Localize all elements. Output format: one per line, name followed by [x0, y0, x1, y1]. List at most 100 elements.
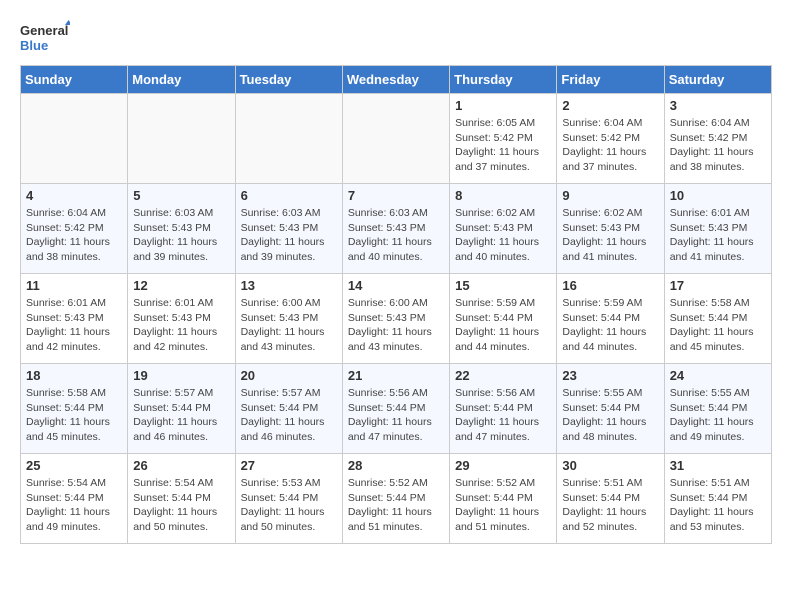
day-number: 14	[348, 278, 444, 293]
day-info: Sunrise: 6:04 AM Sunset: 5:42 PM Dayligh…	[562, 116, 658, 175]
calendar-cell: 12 Sunrise: 6:01 AM Sunset: 5:43 PM Dayl…	[128, 274, 235, 364]
calendar-cell: 11 Sunrise: 6:01 AM Sunset: 5:43 PM Dayl…	[21, 274, 128, 364]
calendar-cell: 1 Sunrise: 6:05 AM Sunset: 5:42 PM Dayli…	[450, 94, 557, 184]
day-number: 11	[26, 278, 122, 293]
calendar-cell	[21, 94, 128, 184]
day-info: Sunrise: 5:51 AM Sunset: 5:44 PM Dayligh…	[562, 476, 658, 535]
day-info: Sunrise: 5:59 AM Sunset: 5:44 PM Dayligh…	[455, 296, 551, 355]
day-info: Sunrise: 6:03 AM Sunset: 5:43 PM Dayligh…	[133, 206, 229, 265]
day-info: Sunrise: 5:56 AM Sunset: 5:44 PM Dayligh…	[455, 386, 551, 445]
day-number: 8	[455, 188, 551, 203]
calendar-cell: 23 Sunrise: 5:55 AM Sunset: 5:44 PM Dayl…	[557, 364, 664, 454]
day-info: Sunrise: 6:01 AM Sunset: 5:43 PM Dayligh…	[26, 296, 122, 355]
calendar-cell	[342, 94, 449, 184]
day-number: 12	[133, 278, 229, 293]
day-number: 23	[562, 368, 658, 383]
day-number: 26	[133, 458, 229, 473]
calendar-week-3: 11 Sunrise: 6:01 AM Sunset: 5:43 PM Dayl…	[21, 274, 772, 364]
day-info: Sunrise: 5:51 AM Sunset: 5:44 PM Dayligh…	[670, 476, 766, 535]
col-header-thursday: Thursday	[450, 66, 557, 94]
calendar-cell: 19 Sunrise: 5:57 AM Sunset: 5:44 PM Dayl…	[128, 364, 235, 454]
page-header: General Blue	[20, 20, 772, 55]
day-number: 17	[670, 278, 766, 293]
day-info: Sunrise: 6:00 AM Sunset: 5:43 PM Dayligh…	[348, 296, 444, 355]
calendar-cell: 2 Sunrise: 6:04 AM Sunset: 5:42 PM Dayli…	[557, 94, 664, 184]
calendar-cell: 26 Sunrise: 5:54 AM Sunset: 5:44 PM Dayl…	[128, 454, 235, 544]
day-info: Sunrise: 5:55 AM Sunset: 5:44 PM Dayligh…	[562, 386, 658, 445]
logo: General Blue	[20, 20, 70, 55]
day-info: Sunrise: 6:01 AM Sunset: 5:43 PM Dayligh…	[670, 206, 766, 265]
day-number: 2	[562, 98, 658, 113]
calendar-cell: 22 Sunrise: 5:56 AM Sunset: 5:44 PM Dayl…	[450, 364, 557, 454]
day-number: 31	[670, 458, 766, 473]
day-info: Sunrise: 5:54 AM Sunset: 5:44 PM Dayligh…	[133, 476, 229, 535]
calendar-week-5: 25 Sunrise: 5:54 AM Sunset: 5:44 PM Dayl…	[21, 454, 772, 544]
day-number: 19	[133, 368, 229, 383]
day-info: Sunrise: 6:03 AM Sunset: 5:43 PM Dayligh…	[241, 206, 337, 265]
day-info: Sunrise: 5:52 AM Sunset: 5:44 PM Dayligh…	[348, 476, 444, 535]
day-info: Sunrise: 6:03 AM Sunset: 5:43 PM Dayligh…	[348, 206, 444, 265]
calendar-cell: 18 Sunrise: 5:58 AM Sunset: 5:44 PM Dayl…	[21, 364, 128, 454]
day-info: Sunrise: 6:04 AM Sunset: 5:42 PM Dayligh…	[26, 206, 122, 265]
svg-text:Blue: Blue	[20, 38, 48, 53]
calendar-cell: 27 Sunrise: 5:53 AM Sunset: 5:44 PM Dayl…	[235, 454, 342, 544]
calendar-cell: 21 Sunrise: 5:56 AM Sunset: 5:44 PM Dayl…	[342, 364, 449, 454]
day-number: 27	[241, 458, 337, 473]
calendar-cell: 14 Sunrise: 6:00 AM Sunset: 5:43 PM Dayl…	[342, 274, 449, 364]
day-info: Sunrise: 6:00 AM Sunset: 5:43 PM Dayligh…	[241, 296, 337, 355]
day-number: 13	[241, 278, 337, 293]
day-number: 15	[455, 278, 551, 293]
day-info: Sunrise: 5:59 AM Sunset: 5:44 PM Dayligh…	[562, 296, 658, 355]
col-header-friday: Friday	[557, 66, 664, 94]
day-number: 7	[348, 188, 444, 203]
col-header-monday: Monday	[128, 66, 235, 94]
svg-text:General: General	[20, 23, 68, 38]
day-info: Sunrise: 5:57 AM Sunset: 5:44 PM Dayligh…	[241, 386, 337, 445]
day-info: Sunrise: 6:02 AM Sunset: 5:43 PM Dayligh…	[455, 206, 551, 265]
day-number: 16	[562, 278, 658, 293]
day-info: Sunrise: 6:01 AM Sunset: 5:43 PM Dayligh…	[133, 296, 229, 355]
day-info: Sunrise: 5:58 AM Sunset: 5:44 PM Dayligh…	[26, 386, 122, 445]
col-header-saturday: Saturday	[664, 66, 771, 94]
calendar-week-2: 4 Sunrise: 6:04 AM Sunset: 5:42 PM Dayli…	[21, 184, 772, 274]
calendar-cell: 17 Sunrise: 5:58 AM Sunset: 5:44 PM Dayl…	[664, 274, 771, 364]
calendar-week-1: 1 Sunrise: 6:05 AM Sunset: 5:42 PM Dayli…	[21, 94, 772, 184]
day-number: 21	[348, 368, 444, 383]
day-number: 22	[455, 368, 551, 383]
day-number: 29	[455, 458, 551, 473]
calendar-cell: 4 Sunrise: 6:04 AM Sunset: 5:42 PM Dayli…	[21, 184, 128, 274]
day-number: 28	[348, 458, 444, 473]
calendar-cell: 3 Sunrise: 6:04 AM Sunset: 5:42 PM Dayli…	[664, 94, 771, 184]
calendar-cell: 30 Sunrise: 5:51 AM Sunset: 5:44 PM Dayl…	[557, 454, 664, 544]
calendar-cell: 24 Sunrise: 5:55 AM Sunset: 5:44 PM Dayl…	[664, 364, 771, 454]
calendar-week-4: 18 Sunrise: 5:58 AM Sunset: 5:44 PM Dayl…	[21, 364, 772, 454]
col-header-tuesday: Tuesday	[235, 66, 342, 94]
day-info: Sunrise: 6:05 AM Sunset: 5:42 PM Dayligh…	[455, 116, 551, 175]
day-info: Sunrise: 5:55 AM Sunset: 5:44 PM Dayligh…	[670, 386, 766, 445]
day-number: 9	[562, 188, 658, 203]
day-info: Sunrise: 5:52 AM Sunset: 5:44 PM Dayligh…	[455, 476, 551, 535]
calendar-table: SundayMondayTuesdayWednesdayThursdayFrid…	[20, 65, 772, 544]
calendar-cell: 5 Sunrise: 6:03 AM Sunset: 5:43 PM Dayli…	[128, 184, 235, 274]
day-number: 24	[670, 368, 766, 383]
day-info: Sunrise: 5:54 AM Sunset: 5:44 PM Dayligh…	[26, 476, 122, 535]
calendar-cell: 13 Sunrise: 6:00 AM Sunset: 5:43 PM Dayl…	[235, 274, 342, 364]
calendar-cell: 29 Sunrise: 5:52 AM Sunset: 5:44 PM Dayl…	[450, 454, 557, 544]
calendar-cell: 10 Sunrise: 6:01 AM Sunset: 5:43 PM Dayl…	[664, 184, 771, 274]
calendar-cell: 28 Sunrise: 5:52 AM Sunset: 5:44 PM Dayl…	[342, 454, 449, 544]
day-number: 4	[26, 188, 122, 203]
calendar-cell: 16 Sunrise: 5:59 AM Sunset: 5:44 PM Dayl…	[557, 274, 664, 364]
calendar-cell: 6 Sunrise: 6:03 AM Sunset: 5:43 PM Dayli…	[235, 184, 342, 274]
day-number: 25	[26, 458, 122, 473]
day-number: 6	[241, 188, 337, 203]
day-number: 1	[455, 98, 551, 113]
day-info: Sunrise: 6:02 AM Sunset: 5:43 PM Dayligh…	[562, 206, 658, 265]
calendar-cell: 9 Sunrise: 6:02 AM Sunset: 5:43 PM Dayli…	[557, 184, 664, 274]
calendar-cell: 20 Sunrise: 5:57 AM Sunset: 5:44 PM Dayl…	[235, 364, 342, 454]
day-number: 18	[26, 368, 122, 383]
calendar-cell: 8 Sunrise: 6:02 AM Sunset: 5:43 PM Dayli…	[450, 184, 557, 274]
calendar-cell: 31 Sunrise: 5:51 AM Sunset: 5:44 PM Dayl…	[664, 454, 771, 544]
calendar-header-row: SundayMondayTuesdayWednesdayThursdayFrid…	[21, 66, 772, 94]
calendar-cell: 25 Sunrise: 5:54 AM Sunset: 5:44 PM Dayl…	[21, 454, 128, 544]
calendar-cell: 7 Sunrise: 6:03 AM Sunset: 5:43 PM Dayli…	[342, 184, 449, 274]
